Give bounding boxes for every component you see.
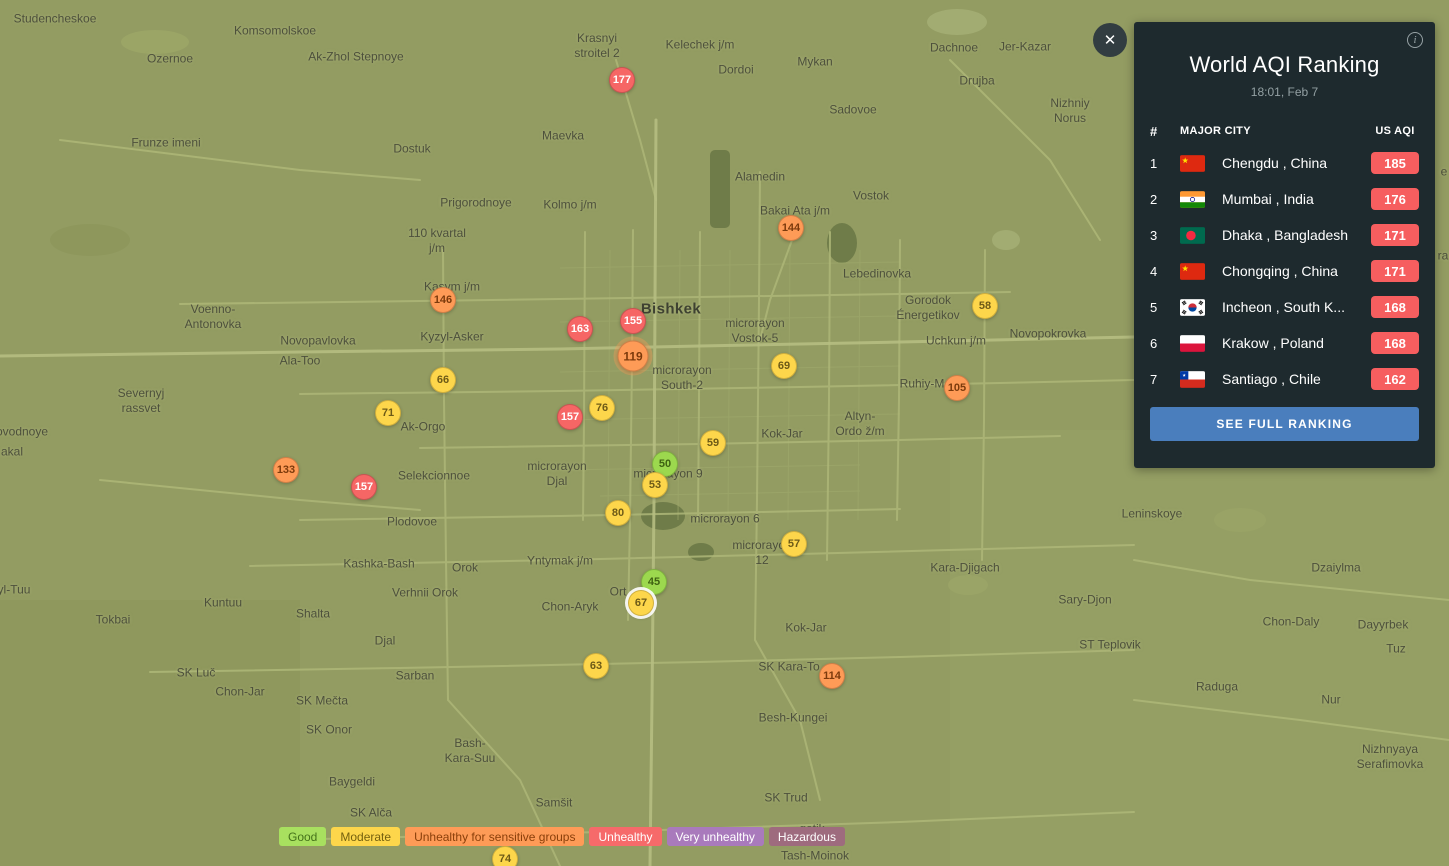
aqi-marker[interactable]: 146 bbox=[430, 287, 456, 313]
aqi-marker[interactable]: 119 bbox=[618, 341, 649, 372]
see-full-ranking-button[interactable]: SEE FULL RANKING bbox=[1150, 407, 1419, 441]
legend-unhealthy: Unhealthy bbox=[589, 827, 661, 846]
airvisual-map-app: StudencheskoeKomsomolskoeOzernoeAk-Zhol … bbox=[0, 0, 1449, 866]
ranking-row-1[interactable]: 1 Chengdu , China185 bbox=[1150, 145, 1419, 181]
ranking-row-7[interactable]: 7 Santiago , Chile162 bbox=[1150, 361, 1419, 397]
ranking-row-2[interactable]: 2 Mumbai , India176 bbox=[1150, 181, 1419, 217]
aqi-marker[interactable]: 76 bbox=[589, 395, 615, 421]
legend-moderate: Moderate bbox=[331, 827, 400, 846]
rank-number: 7 bbox=[1150, 372, 1180, 387]
close-panel-button[interactable]: ✕ bbox=[1093, 23, 1127, 57]
aqi-marker[interactable]: 67 bbox=[628, 590, 654, 616]
rank-number: 5 bbox=[1150, 300, 1180, 315]
aqi-marker[interactable]: 53 bbox=[642, 472, 668, 498]
aqi-marker[interactable]: 66 bbox=[430, 367, 456, 393]
aqi-marker[interactable]: 71 bbox=[375, 400, 401, 426]
aqi-marker[interactable]: 69 bbox=[771, 353, 797, 379]
aqi-marker[interactable]: 177 bbox=[609, 67, 635, 93]
aqi-marker[interactable]: 57 bbox=[781, 531, 807, 557]
ranking-rows: 1 Chengdu , China185 2 Mumbai , India176 3 Dh… bbox=[1150, 145, 1419, 397]
aqi-marker[interactable]: 114 bbox=[819, 663, 845, 689]
cl-flag-icon bbox=[1180, 371, 1222, 388]
pl-flag-icon bbox=[1180, 335, 1222, 352]
panel-title: World AQI Ranking bbox=[1150, 52, 1419, 78]
ranking-table-header: # MAJOR CITY US AQI bbox=[1150, 119, 1419, 143]
aqi-badge: 168 bbox=[1371, 296, 1419, 318]
ranking-row-6[interactable]: 6 Krakow , Poland168 bbox=[1150, 325, 1419, 361]
aqi-badge: 168 bbox=[1371, 332, 1419, 354]
aqi-badge: 185 bbox=[1371, 152, 1419, 174]
city-name: Incheon , South K... bbox=[1222, 299, 1371, 315]
column-rank: # bbox=[1150, 124, 1180, 139]
aqi-marker[interactable]: 105 bbox=[944, 375, 970, 401]
legend-good: Good bbox=[279, 827, 326, 846]
city-name: Chongqing , China bbox=[1222, 263, 1371, 279]
aqi-marker[interactable]: 80 bbox=[605, 500, 631, 526]
in-flag-icon bbox=[1180, 191, 1222, 208]
city-name: Krakow , Poland bbox=[1222, 335, 1371, 351]
world-aqi-ranking-panel: i World AQI Ranking 18:01, Feb 7 # MAJOR… bbox=[1134, 22, 1435, 468]
legend-unhealthy-for-sensitive-groups: Unhealthy for sensitive groups bbox=[405, 827, 584, 846]
column-major-city: MAJOR CITY bbox=[1180, 125, 1371, 137]
ranking-row-4[interactable]: 4 Chongqing , China171 bbox=[1150, 253, 1419, 289]
ranking-row-5[interactable]: 5 Incheon , South K...168 bbox=[1150, 289, 1419, 325]
rank-number: 2 bbox=[1150, 192, 1180, 207]
aqi-marker[interactable]: 155 bbox=[620, 308, 646, 334]
bd-flag-icon bbox=[1180, 227, 1222, 244]
ranking-row-3[interactable]: 3 Dhaka , Bangladesh171 bbox=[1150, 217, 1419, 253]
city-name: Dhaka , Bangladesh bbox=[1222, 227, 1371, 243]
legend-very-unhealthy: Very unhealthy bbox=[667, 827, 764, 846]
aqi-marker[interactable]: 144 bbox=[778, 215, 804, 241]
aqi-marker[interactable]: 157 bbox=[351, 474, 377, 500]
legend-hazardous: Hazardous bbox=[769, 827, 845, 846]
aqi-marker[interactable]: 133 bbox=[273, 457, 299, 483]
cn-flag-icon bbox=[1180, 263, 1222, 280]
aqi-marker[interactable]: 163 bbox=[567, 316, 593, 342]
panel-timestamp: 18:01, Feb 7 bbox=[1150, 85, 1419, 99]
rank-number: 4 bbox=[1150, 264, 1180, 279]
aqi-marker[interactable]: 58 bbox=[972, 293, 998, 319]
cn-flag-icon bbox=[1180, 155, 1222, 172]
aqi-badge: 171 bbox=[1371, 260, 1419, 282]
rank-number: 1 bbox=[1150, 156, 1180, 171]
aqi-marker[interactable]: 63 bbox=[583, 653, 609, 679]
aqi-marker[interactable]: 157 bbox=[557, 404, 583, 430]
kr-flag-icon bbox=[1180, 299, 1222, 316]
aqi-badge: 171 bbox=[1371, 224, 1419, 246]
city-name: Mumbai , India bbox=[1222, 191, 1371, 207]
city-name: Chengdu , China bbox=[1222, 155, 1371, 171]
column-us-aqi: US AQI bbox=[1371, 125, 1419, 137]
info-icon[interactable]: i bbox=[1407, 32, 1423, 48]
city-name: Santiago , Chile bbox=[1222, 371, 1371, 387]
aqi-legend: Good Moderate Unhealthy for sensitive grou… bbox=[279, 827, 845, 846]
aqi-marker[interactable]: 59 bbox=[700, 430, 726, 456]
aqi-marker[interactable]: 74 bbox=[492, 846, 518, 866]
aqi-badge: 162 bbox=[1371, 368, 1419, 390]
aqi-badge: 176 bbox=[1371, 188, 1419, 210]
rank-number: 3 bbox=[1150, 228, 1180, 243]
rank-number: 6 bbox=[1150, 336, 1180, 351]
